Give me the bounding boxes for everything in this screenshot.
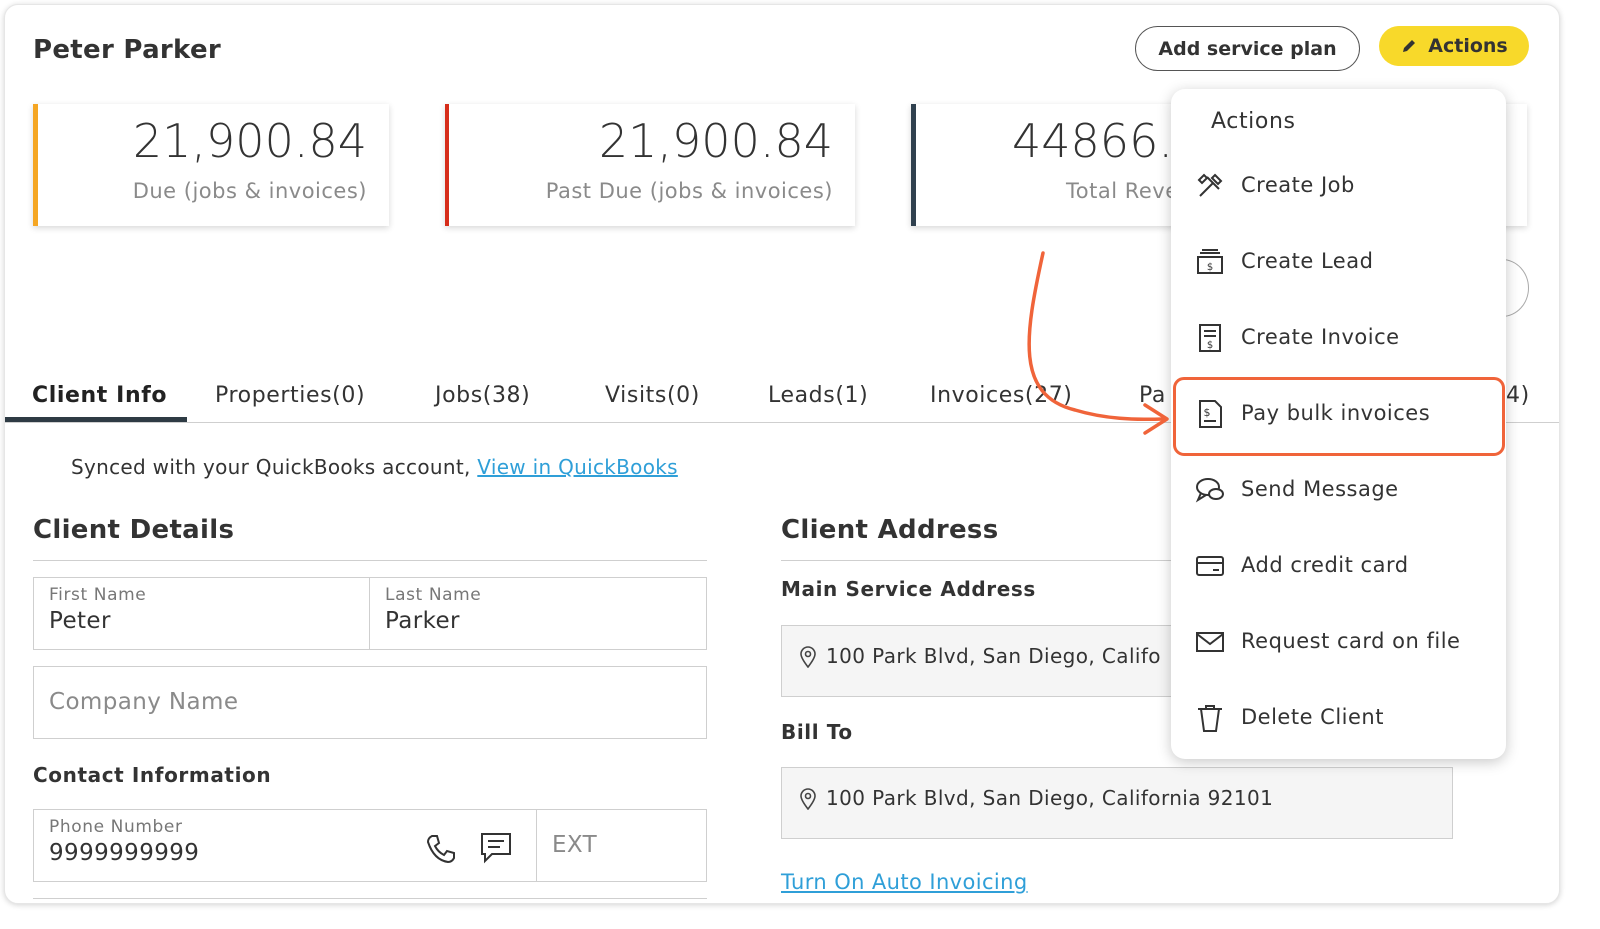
bill-to-address-value: 100 Park Blvd, San Diego, California 921…	[826, 786, 1274, 810]
tab-properties[interactable]: Properties(0)	[215, 383, 365, 408]
first-name-label: First Name	[49, 585, 147, 605]
pencil-icon	[1403, 40, 1416, 52]
menu-item-create-invoice[interactable]: $ Create Invoice	[1171, 305, 1506, 381]
first-name-field[interactable]: First Name Peter	[33, 577, 370, 650]
last-name-field[interactable]: Last Name Parker	[369, 577, 707, 650]
tab-more[interactable]: 4)	[1506, 383, 1530, 408]
total-revenue-label: Total Reve	[1066, 179, 1179, 203]
tab-leads[interactable]: Leads(1)	[768, 383, 868, 408]
svg-text:$: $	[1207, 262, 1213, 273]
company-name-placeholder: Company Name	[49, 689, 239, 715]
bill-to-address-box[interactable]: 100 Park Blvd, San Diego, California 921…	[781, 767, 1453, 839]
client-address-title: Client Address	[781, 515, 999, 545]
due-label: Due (jobs & invoices)	[132, 179, 367, 203]
phone-icon[interactable]	[424, 832, 458, 866]
last-name-value: Parker	[385, 608, 460, 634]
past-due-label: Past Due (jobs & invoices)	[545, 179, 833, 203]
actions-button[interactable]: Actions	[1379, 26, 1529, 66]
menu-item-label: Send Message	[1241, 477, 1399, 501]
bill-to-label: Bill To	[781, 720, 853, 744]
ext-field[interactable]: EXT	[536, 809, 707, 882]
menu-item-label: Add credit card	[1241, 553, 1409, 577]
client-address-divider	[781, 560, 1181, 561]
ext-placeholder: EXT	[552, 832, 598, 858]
menu-item-label: Create Invoice	[1241, 325, 1400, 349]
pay-bulk-invoices-highlight	[1173, 377, 1505, 456]
past-due-card: 21,900.84 Past Due (jobs & invoices)	[445, 104, 855, 226]
credit-card-icon	[1196, 556, 1224, 576]
active-tab-indicator	[5, 417, 187, 422]
quickbooks-sync-notice: Synced with your QuickBooks account, Vie…	[71, 455, 678, 479]
menu-item-label: Request card on file	[1241, 629, 1461, 653]
last-name-label: Last Name	[385, 585, 482, 605]
sync-text: Synced with your QuickBooks account,	[71, 455, 471, 479]
client-details-divider	[33, 560, 707, 561]
menu-item-label: Create Job	[1241, 173, 1355, 197]
add-service-plan-button[interactable]: Add service plan	[1135, 26, 1360, 71]
menu-item-label: Create Lead	[1241, 249, 1374, 273]
add-service-plan-label: Add service plan	[1158, 37, 1337, 60]
contact-divider	[33, 898, 707, 899]
view-in-quickbooks-link[interactable]: View in QuickBooks	[477, 455, 678, 479]
location-pin-icon	[800, 788, 816, 810]
phone-number-value: 9999999999	[49, 840, 200, 866]
page-title: Peter Parker	[33, 35, 221, 65]
past-due-value: 21,900.84	[598, 114, 833, 168]
tab-jobs[interactable]: Jobs(38)	[435, 383, 530, 408]
main-service-address-box[interactable]: 100 Park Blvd, San Diego, Califo	[781, 625, 1181, 697]
invoice-icon: $	[1199, 324, 1221, 352]
phone-number-label: Phone Number	[49, 817, 183, 837]
tab-visits[interactable]: Visits(0)	[605, 383, 700, 408]
contact-information-title: Contact Information	[33, 763, 272, 787]
actions-button-label: Actions	[1428, 35, 1508, 57]
menu-item-send-message[interactable]: Send Message	[1171, 457, 1506, 533]
tab-client-info[interactable]: Client Info	[32, 383, 167, 408]
due-value: 21,900.84	[132, 114, 367, 168]
main-service-address-label: Main Service Address	[781, 577, 1036, 601]
first-name-value: Peter	[49, 608, 111, 634]
chat-icon	[1195, 478, 1224, 503]
menu-item-create-job[interactable]: Create Job	[1171, 153, 1506, 229]
svg-text:$: $	[1207, 340, 1213, 351]
due-card: 21,900.84 Due (jobs & invoices)	[33, 104, 389, 226]
menu-item-label: Delete Client	[1241, 705, 1384, 729]
menu-item-create-lead[interactable]: $ Create Lead	[1171, 229, 1506, 305]
location-pin-icon	[800, 646, 816, 668]
sms-icon[interactable]	[478, 830, 514, 866]
company-name-field[interactable]: Company Name	[33, 666, 707, 739]
menu-item-request-card-on-file[interactable]: Request card on file	[1171, 609, 1506, 685]
client-details-title: Client Details	[33, 515, 235, 545]
menu-item-add-credit-card[interactable]: Add credit card	[1171, 533, 1506, 609]
tools-icon	[1197, 173, 1223, 197]
main-service-address-value: 100 Park Blvd, San Diego, Califo	[826, 644, 1161, 668]
turn-on-auto-invoicing-link[interactable]: Turn On Auto Invoicing	[781, 870, 1028, 894]
menu-item-delete-client[interactable]: Delete Client	[1171, 685, 1506, 761]
actions-menu-title: Actions	[1211, 109, 1296, 134]
phone-number-field[interactable]: Phone Number 9999999999	[33, 809, 537, 882]
envelope-icon	[1196, 632, 1224, 652]
trash-icon	[1198, 705, 1222, 732]
tab-invoices[interactable]: Invoices(27)	[930, 383, 1072, 408]
tab-payments[interactable]: Pa	[1139, 383, 1166, 408]
client-page: Peter Parker Add service plan Actions 21…	[4, 4, 1560, 904]
lead-icon: $	[1197, 249, 1223, 274]
